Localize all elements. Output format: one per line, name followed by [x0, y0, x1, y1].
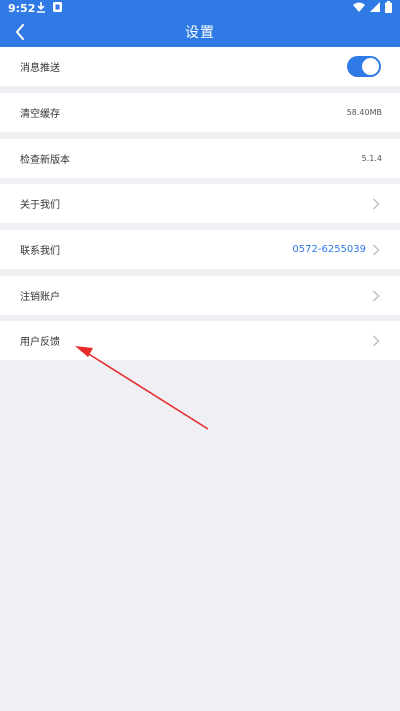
chevron-right-icon — [373, 198, 380, 210]
contact-phone-link[interactable]: 0572-6255039 — [292, 244, 366, 255]
setting-logout-label: 注销账户 — [20, 292, 60, 303]
status-bar: 9:52 — [0, 0, 400, 17]
app-header: 9:52 设置 — [0, 0, 400, 47]
chevron-right-icon — [373, 335, 380, 347]
page-title: 设置 — [185, 25, 215, 41]
download-icon — [37, 2, 45, 13]
push-toggle[interactable] — [347, 56, 381, 77]
setting-about-label: 关于我们 — [20, 200, 60, 211]
chevron-right-icon — [373, 244, 380, 256]
arrow-shaft — [83, 350, 209, 430]
setting-push-label: 消息推送 — [20, 63, 60, 74]
signal-icon — [370, 2, 380, 12]
status-right-icons — [353, 1, 392, 13]
setting-feedback-label: 用户反馈 — [20, 337, 60, 348]
status-time: 9:52 — [8, 2, 36, 15]
setting-logout-row[interactable]: 注销账户 — [0, 276, 400, 315]
setting-contact-row[interactable]: 联系我们 0572-6255039 — [0, 230, 400, 269]
status-left-icons — [36, 1, 63, 13]
setting-cache-label: 清空缓存 — [20, 109, 60, 120]
setting-version-row[interactable]: 检查新版本 5.1.4 — [0, 139, 400, 178]
version-value: 5.1.4 — [361, 154, 382, 163]
setting-contact-label: 联系我们 — [20, 246, 60, 257]
chevron-right-icon — [373, 290, 380, 302]
setting-cache-row[interactable]: 清空缓存 58.40MB — [0, 93, 400, 132]
setting-about-row[interactable]: 关于我们 — [0, 184, 400, 223]
setting-push-row[interactable]: 消息推送 — [0, 47, 400, 86]
wifi-icon — [353, 2, 365, 12]
nav-bar: 设置 — [0, 17, 400, 47]
setting-feedback-row[interactable]: 用户反馈 — [0, 321, 400, 360]
toggle-knob — [362, 58, 379, 75]
cache-size-value: 58.40MB — [346, 108, 382, 117]
setting-version-label: 检查新版本 — [20, 155, 70, 166]
app-badge-icon — [53, 2, 62, 12]
battery-icon — [385, 1, 392, 13]
